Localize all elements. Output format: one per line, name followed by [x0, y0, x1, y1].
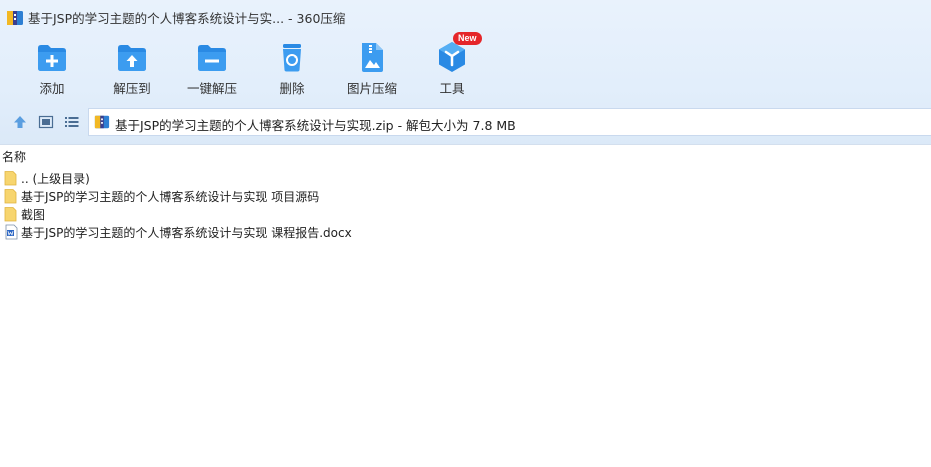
- one-click-extract-button[interactable]: 一键解压: [172, 36, 252, 98]
- column-header-name[interactable]: 名称: [2, 148, 26, 165]
- address-text: 基于JSP的学习主题的个人博客系统设计与实现.zip - 解包大小为 7.8 M…: [115, 118, 516, 133]
- add-label: 添加: [39, 81, 65, 96]
- tools-label: 工具: [439, 81, 465, 96]
- window-title: 基于JSP的学习主题的个人博客系统设计与实... - 360压缩: [28, 11, 346, 26]
- list-item-screenshots-folder[interactable]: 截图: [0, 205, 931, 223]
- delete-button[interactable]: 删除: [252, 36, 332, 98]
- zip-archive-icon: [94, 115, 110, 129]
- file-name: .. (上级目录): [21, 172, 90, 186]
- file-name: 基于JSP的学习主题的个人博客系统设计与实现 课程报告.docx: [21, 226, 352, 240]
- extract-to-button[interactable]: 解压到: [92, 36, 172, 98]
- top-chrome: 基于JSP的学习主题的个人博客系统设计与实... - 360压缩 添加 解压到: [0, 0, 931, 145]
- list-item-docx-file[interactable]: 基于JSP的学习主题的个人博客系统设计与实现 课程报告.docx: [0, 223, 931, 241]
- thumbnail-view-icon[interactable]: [38, 114, 54, 130]
- extract-to-label: 解压到: [113, 81, 151, 96]
- image-compress-icon: [362, 43, 383, 72]
- word-document-icon: [5, 224, 18, 240]
- file-name: 截图: [21, 208, 46, 222]
- extract-to-icon: [118, 45, 146, 71]
- file-list: .. (上级目录) 基于JSP的学习主题的个人博客系统设计与实现 项目源码 截图…: [0, 169, 931, 241]
- tools-icon: [439, 42, 465, 72]
- add-folder-icon: [38, 45, 66, 71]
- list-item-parent-directory[interactable]: .. (上级目录): [0, 169, 931, 187]
- list-view-icon[interactable]: [64, 114, 80, 130]
- one-click-extract-label: 一键解压: [186, 81, 237, 96]
- divider: [0, 144, 931, 145]
- file-name: 基于JSP的学习主题的个人博客系统设计与实现 项目源码: [21, 190, 320, 204]
- title-bar: 基于JSP的学习主题的个人博客系统设计与实... - 360压缩: [0, 0, 931, 34]
- image-compress-button[interactable]: 图片压缩: [332, 36, 412, 98]
- add-button[interactable]: 添加: [12, 36, 92, 98]
- toolbar: 添加 解压到 一键解压 删除 图片压缩 工具 New: [0, 32, 931, 98]
- list-item-source-folder[interactable]: 基于JSP的学习主题的个人博客系统设计与实现 项目源码: [0, 187, 931, 205]
- one-click-extract-icon: [198, 45, 226, 71]
- tools-button[interactable]: 工具: [412, 36, 492, 98]
- delete-label: 删除: [279, 81, 305, 96]
- up-arrow-icon[interactable]: [12, 114, 28, 130]
- new-badge: New: [453, 32, 482, 45]
- folder-icon: [4, 171, 17, 186]
- folder-icon: [4, 207, 17, 222]
- delete-icon: [283, 44, 301, 72]
- address-bar[interactable]: 基于JSP的学习主题的个人博客系统设计与实现.zip - 解包大小为 7.8 M…: [88, 108, 931, 136]
- zip-archive-icon: [7, 11, 23, 25]
- folder-icon: [4, 189, 17, 204]
- image-compress-label: 图片压缩: [346, 81, 397, 96]
